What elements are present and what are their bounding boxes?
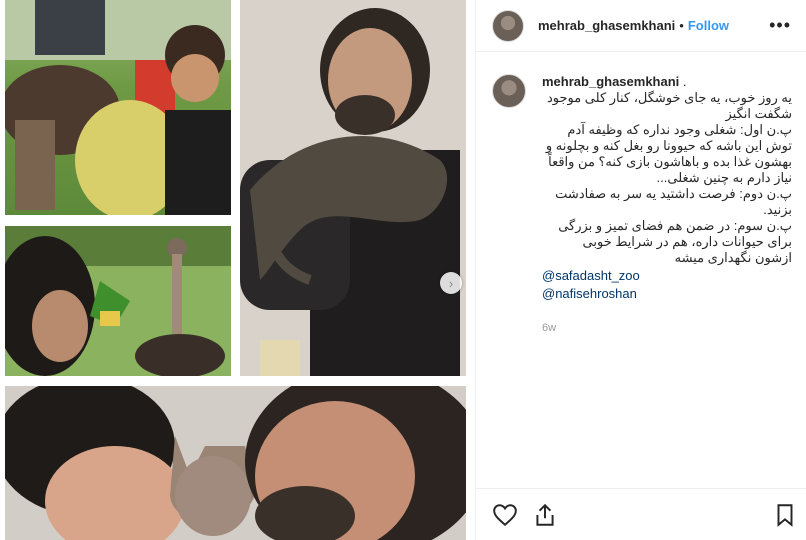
- header-username[interactable]: mehrab_ghasemkhani: [538, 18, 675, 33]
- sphynx-cat-kiss-illustration: [5, 386, 466, 540]
- sphynx-cat-kiss-photo: [5, 386, 466, 540]
- caption-username[interactable]: mehrab_ghasemkhani: [542, 74, 679, 89]
- post-media[interactable]: ›: [0, 0, 474, 540]
- caption: mehrab_ghasemkhani . یه روز خوب، یه جای …: [492, 74, 792, 336]
- ostrich-feeding-illustration: [5, 226, 231, 376]
- avatar[interactable]: [492, 9, 524, 42]
- share-icon: [536, 503, 554, 526]
- man-with-lizard-photo: [240, 0, 466, 376]
- caption-avatar[interactable]: [492, 74, 526, 108]
- bookmark-icon: [777, 504, 793, 527]
- save-button[interactable]: [772, 502, 798, 528]
- post-header: mehrab_ghasemkhani • Follow •••: [476, 0, 806, 52]
- action-bar: [476, 488, 806, 540]
- next-slide-button[interactable]: ›: [440, 272, 462, 294]
- more-options-icon[interactable]: •••: [769, 15, 791, 36]
- separator-dot: •: [679, 18, 684, 33]
- caption-line-3: پ.ن دوم: فرصت داشتید یه سر به صفادشت بزن…: [551, 186, 792, 217]
- heart-icon: [493, 504, 517, 527]
- ostrich-feeding-photo: [5, 226, 231, 376]
- mention-link[interactable]: @safadasht_zoo: [542, 268, 792, 284]
- camel-and-boy-photo: [5, 0, 231, 215]
- caption-username-suffix: .: [679, 74, 687, 89]
- mention-link[interactable]: @nafisehroshan: [542, 286, 792, 302]
- caption-line-1: یه روز خوب، یه جای خوشگل، کنار کلی موجود…: [543, 90, 792, 121]
- follow-button[interactable]: Follow: [688, 18, 729, 33]
- man-with-lizard-illustration: [240, 0, 466, 376]
- caption-line-2: پ.ن اول: شغلی وجود نداره که وظیفه آدم تو…: [542, 122, 792, 185]
- post-sidebar: mehrab_ghasemkhani • Follow ••• mehrab_g…: [475, 0, 806, 540]
- camel-and-boy-illustration: [5, 0, 231, 215]
- caption-line-4: پ.ن سوم: در ضمن هم فضای تمیز و بزرگی برا…: [554, 218, 792, 265]
- share-button[interactable]: [532, 502, 558, 528]
- post-time[interactable]: 6w: [542, 320, 792, 336]
- chevron-right-icon: ›: [448, 275, 454, 291]
- like-button[interactable]: [492, 502, 518, 528]
